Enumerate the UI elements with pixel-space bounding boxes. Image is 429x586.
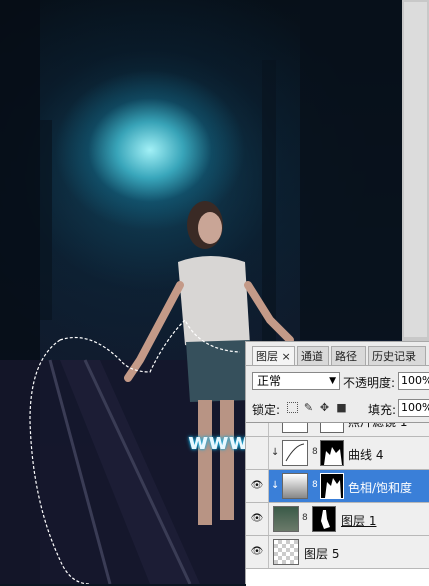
- tab-channels[interactable]: 通道: [297, 346, 329, 365]
- close-icon[interactable]: ×: [282, 350, 291, 363]
- opacity-input[interactable]: 100%: [398, 372, 429, 390]
- clip-arrow-icon: ↓: [271, 423, 279, 425]
- layer-name[interactable]: 图层 5: [304, 545, 339, 562]
- layer-name[interactable]: 色相/饱和度: [348, 479, 412, 496]
- tab-layers[interactable]: 图层 ×: [252, 346, 295, 366]
- layer-name[interactable]: 曲线 4: [348, 446, 383, 463]
- layer-thumbnail: [273, 506, 299, 532]
- layer-mask-thumbnail: [320, 423, 344, 433]
- adjustment-thumbnail: [282, 473, 308, 499]
- fill-label: 填充:: [368, 403, 397, 417]
- lock-transparent-icon[interactable]: [287, 402, 298, 413]
- eye-icon[interactable]: 👁: [246, 470, 269, 502]
- visibility-toggle[interactable]: [246, 423, 269, 436]
- clip-arrow-icon: ↓: [271, 480, 280, 491]
- chevron-down-icon: ▼: [329, 376, 336, 386]
- layer-row-photo-filter[interactable]: ↓ 8 照片滤镜 1: [246, 423, 429, 437]
- lock-row: 锁定: ✎ ✥ ■ 填充: 100%: [246, 397, 429, 419]
- layer-row-hue-saturation[interactable]: 👁 ↓ 8 色相/饱和度: [246, 470, 429, 503]
- link-icon: 8: [312, 480, 318, 490]
- layer-name[interactable]: 照片滤镜 1: [348, 423, 407, 430]
- layer-mask-thumbnail: [320, 473, 344, 499]
- clip-arrow-icon: ↓: [271, 447, 280, 458]
- panel-tabs: 图层 × 通道 路径 历史记录: [246, 346, 429, 366]
- blend-mode-value: 正常: [257, 374, 282, 388]
- tab-history[interactable]: 历史记录: [368, 346, 426, 365]
- visibility-toggle[interactable]: [246, 437, 269, 469]
- fill-input[interactable]: 100%: [398, 399, 429, 417]
- link-icon: 8: [302, 513, 308, 523]
- scrollbar-thumb[interactable]: [404, 2, 427, 337]
- tab-channels-label: 通道: [301, 350, 323, 363]
- mask-shape: [321, 510, 330, 529]
- lock-label: 锁定:: [252, 403, 281, 417]
- layer-row-layer1[interactable]: 👁 8 图层 1: [246, 503, 429, 536]
- curves-icon: [285, 443, 305, 462]
- tab-history-label: 历史记录: [372, 350, 416, 363]
- blend-row: 正常 ▼ 不透明度: 100%: [246, 369, 429, 393]
- lock-move-icon[interactable]: ✥: [319, 402, 330, 413]
- tab-layers-label: 图层: [256, 350, 278, 363]
- layer-row-layer5[interactable]: 👁 图层 5: [246, 536, 429, 569]
- mask-shape: [325, 478, 341, 498]
- tab-divider: [246, 365, 429, 366]
- blend-mode-select[interactable]: 正常 ▼: [252, 372, 340, 390]
- lock-all-icon[interactable]: ■: [336, 402, 347, 413]
- layer-mask-thumbnail: [320, 440, 344, 466]
- adjustment-thumbnail: [282, 423, 308, 433]
- lock-brush-icon[interactable]: ✎: [303, 402, 314, 413]
- layer-mask-thumbnail: [312, 506, 336, 532]
- tab-paths-label: 路径: [335, 350, 357, 363]
- mask-shape: [324, 447, 342, 465]
- layer-row-curves[interactable]: ↓ 8 曲线 4: [246, 437, 429, 470]
- link-icon: 8: [312, 423, 318, 424]
- adjustment-thumbnail: [282, 440, 308, 466]
- eye-icon[interactable]: 👁: [246, 503, 269, 535]
- layers-list: ↓ 8 照片滤镜 1 ↓ 8 曲线 4 👁 ↓ 8: [246, 422, 429, 586]
- eye-icon[interactable]: 👁: [246, 536, 269, 568]
- layer-name[interactable]: 图层 1: [341, 512, 376, 529]
- layer-thumbnail: [273, 539, 299, 565]
- link-icon: 8: [312, 447, 318, 457]
- opacity-label: 不透明度:: [343, 376, 396, 390]
- layers-panel: 图层 × 通道 路径 历史记录 正常 ▼ 不透明度: 100% 锁定: ✎ ✥ …: [245, 341, 429, 586]
- tab-paths[interactable]: 路径: [331, 346, 366, 365]
